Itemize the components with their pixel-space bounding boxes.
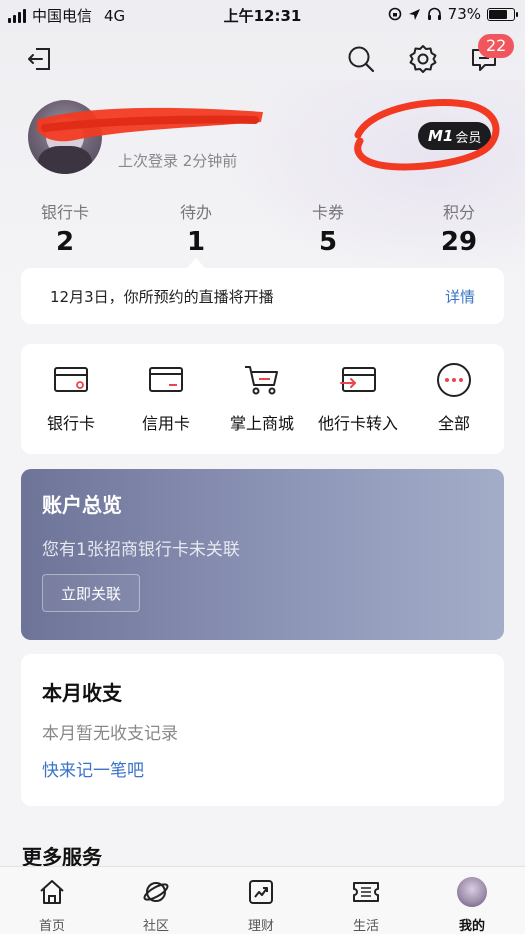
chart-icon [246,877,276,907]
status-bar: 中国电信 4G 上午12:31 73% [0,0,525,30]
battery-icon [487,7,518,21]
redaction-circle [354,99,500,171]
search-icon[interactable] [344,42,378,76]
stat-label: 银行卡 [40,203,89,222]
logout-icon[interactable] [22,42,56,76]
overview-title: 账户总览 [42,493,122,517]
tab-mine[interactable]: 我的 [437,877,507,934]
last-login-text: 上次登录 2分钟前 [118,152,238,170]
settings-icon[interactable] [406,42,440,76]
ticket-icon [351,877,381,907]
monthly-summary-card[interactable]: 本月收支 本月暂无收支记录 快来记一笔吧 [21,654,504,806]
avatar-icon [457,877,487,907]
stat-label: 待办 [179,203,212,222]
bank-card-icon [51,362,91,398]
more-icon [434,362,474,398]
planet-icon [141,877,171,907]
headphones-icon [427,7,441,20]
shortcut-label: 他行卡转入 [317,414,398,433]
stat-todo[interactable]: 待办 1 [146,199,246,257]
live-notice-card[interactable]: 12月3日，你所预约的直播将开播 详情 [21,268,504,324]
shortcut-label: 信用卡 [141,414,190,433]
tab-home[interactable]: 首页 [17,877,87,934]
stat-points[interactable]: 积分 29 [409,199,509,257]
redaction-scribble [37,107,263,142]
battery-percent: 73% [447,5,481,23]
shortcut-mall[interactable]: 掌上商城 [212,362,312,434]
shortcut-transfer-in[interactable]: 他行卡转入 [308,362,408,434]
link-now-button[interactable]: 立即关联 [42,574,140,612]
stat-value: 5 [318,227,338,257]
shortcut-label: 掌上商城 [229,414,294,433]
notice-text: 12月3日，你所预约的直播将开播 [50,288,274,306]
shortcut-credit-card[interactable]: 信用卡 [116,362,216,434]
tab-life[interactable]: 生活 [331,877,401,934]
monthly-empty-text: 本月暂无收支记录 [42,724,178,744]
tab-label: 我的 [458,919,485,934]
shortcut-label: 全部 [437,414,470,433]
tab-label: 生活 [352,919,379,934]
notice-details-link[interactable]: 详情 [445,286,475,307]
shortcut-panel: 银行卡 信用卡 掌上商城 他行卡转入 全部 [21,344,504,454]
notice-pointer [187,258,205,268]
rotation-lock-icon [388,7,401,21]
stat-coupons[interactable]: 卡券 5 [278,199,378,257]
stat-value: 1 [186,227,206,257]
tab-community[interactable]: 社区 [121,877,191,934]
credit-card-icon [146,362,186,398]
tab-wealth[interactable]: 理财 [226,877,296,934]
location-icon [408,8,420,20]
add-record-link[interactable]: 快来记一笔吧 [42,756,144,781]
stat-value: 29 [440,227,478,257]
tab-label: 首页 [38,919,65,934]
stat-label: 积分 [442,203,475,222]
tab-label: 理财 [247,919,274,934]
shortcut-all[interactable]: 全部 [404,362,504,434]
bottom-tab-bar: 首页 社区 理财 生活 我的 [0,866,525,934]
monthly-title: 本月收支 [42,681,122,705]
stat-bank-cards[interactable]: 银行卡 2 [15,199,115,257]
stat-label: 卡券 [311,203,344,222]
home-icon [37,877,67,907]
tab-label: 社区 [142,919,169,934]
shortcut-bank-card[interactable]: 银行卡 [21,362,121,434]
stat-value: 2 [55,227,75,257]
transfer-in-icon [338,362,378,398]
shopping-cart-icon [242,362,282,398]
shortcut-label: 银行卡 [46,414,95,433]
message-count-badge: 22 [478,34,515,58]
account-overview-card[interactable]: 账户总览 您有1张招商银行卡未关联 立即关联 [21,469,504,640]
overview-subtitle: 您有1张招商银行卡未关联 [42,540,240,560]
